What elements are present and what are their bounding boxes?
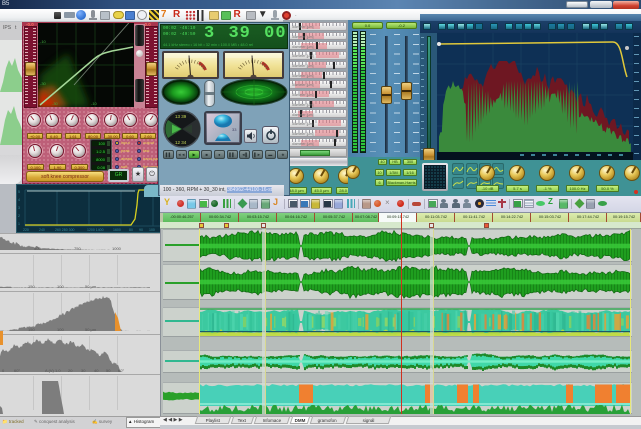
svg-text:80: 80 <box>129 228 133 232</box>
svg-text:1600: 1600 <box>113 228 121 232</box>
svg-text:13 39: 13 39 <box>175 114 187 119</box>
svg-text:-10: -10 <box>91 101 98 106</box>
svg-text:-30: -30 <box>40 81 47 86</box>
svg-text:90: 90 <box>139 228 143 232</box>
svg-text:-30: -30 <box>52 101 59 106</box>
svg-text:-10: -10 <box>40 39 47 44</box>
svg-text:100: 100 <box>149 228 155 232</box>
svg-text:1200 1400: 1200 1400 <box>87 228 104 232</box>
svg-text:220: 220 <box>23 228 29 232</box>
svg-text:1: 1 <box>18 222 20 226</box>
svg-text:260 280 300: 260 280 300 <box>55 228 75 232</box>
svg-text:4: 4 <box>18 198 20 202</box>
svg-text:5: 5 <box>18 190 20 194</box>
svg-text:2: 2 <box>18 214 20 218</box>
svg-text:33: 33 <box>232 127 237 132</box>
svg-text:3: 3 <box>18 206 20 210</box>
svg-text:240: 240 <box>39 228 45 232</box>
svg-text:12 34: 12 34 <box>175 140 187 145</box>
